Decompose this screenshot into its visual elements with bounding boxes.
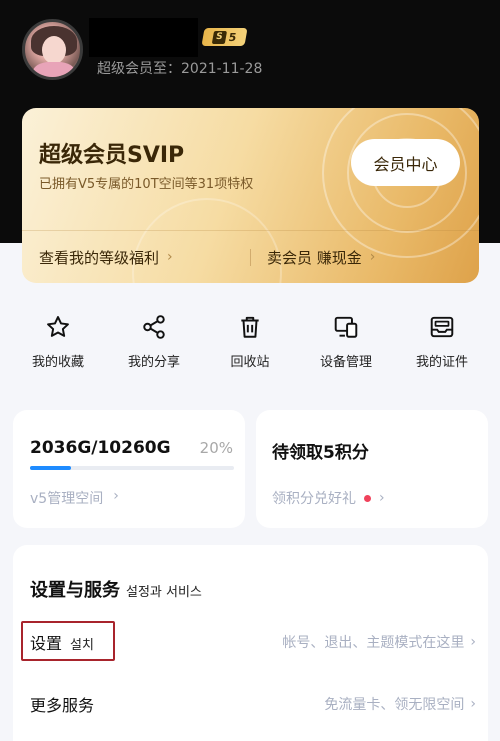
badge-level: 5 bbox=[227, 30, 238, 44]
redeem-points-label: 领积分兑好礼 bbox=[272, 491, 356, 507]
more-services-hint-text: 免流量卡、领无限空间 bbox=[324, 697, 465, 713]
settings-label-sub: 설치 bbox=[70, 638, 94, 653]
username-redacted bbox=[89, 18, 198, 57]
shortcut-label: 我的收藏 bbox=[31, 355, 84, 370]
notification-dot bbox=[364, 494, 371, 502]
level-benefits-link[interactable]: 查看我的等级福利 › bbox=[39, 247, 173, 268]
sell-membership-link[interactable]: 卖会员 赚现金 › bbox=[267, 247, 375, 268]
avatar-face bbox=[42, 36, 66, 64]
shortcut-shares[interactable]: 我的分享 bbox=[106, 314, 202, 370]
shortcut-documents[interactable]: 我的证件 bbox=[394, 314, 490, 370]
chevron-right-icon: › bbox=[369, 249, 376, 265]
settings-row-label: 设置 설치 bbox=[30, 630, 94, 654]
shortcut-label: 设备管理 bbox=[319, 355, 372, 370]
badge-letter: S bbox=[211, 30, 227, 44]
more-services-hint: 免流量卡、领无限空间 › bbox=[324, 694, 476, 714]
svip-footer: 查看我的等级福利 › 卖会员 赚现金 › bbox=[22, 230, 479, 283]
settings-label: 设置 bbox=[30, 634, 63, 653]
manage-space-link[interactable]: v5管理空间 › bbox=[30, 488, 119, 508]
manage-space-label: v5管理空间 bbox=[30, 491, 104, 507]
storage-used: 2036G/10260G bbox=[30, 438, 171, 458]
member-center-button[interactable]: 会员中心 bbox=[351, 139, 460, 186]
chevron-right-icon: › bbox=[113, 488, 119, 504]
divider bbox=[250, 249, 251, 266]
more-services-label: 更多服务 bbox=[30, 692, 94, 716]
more-services-row[interactable]: 更多服务 免流量卡、领无限空间 › bbox=[13, 682, 488, 726]
svip-card[interactable]: 超级会员SVIP 已拥有V5专属的10T空间等31项特权 会员中心 查看我的等级… bbox=[22, 108, 479, 283]
storage-percent: 20% bbox=[199, 439, 233, 457]
shortcut-label: 我的分享 bbox=[127, 355, 180, 370]
section-title-sub: 설정과 서비스 bbox=[126, 585, 202, 600]
shortcut-grid: 我的收藏 我的分享 回收站 设备管理 我的证件 bbox=[10, 314, 490, 370]
share-icon bbox=[143, 315, 165, 339]
storage-card[interactable]: 2036G/10260G 20% v5管理空间 › bbox=[13, 410, 245, 528]
sell-membership-label: 卖会员 赚现金 bbox=[267, 248, 362, 267]
storage-progress-bar bbox=[30, 466, 234, 470]
chevron-right-icon: › bbox=[167, 249, 173, 265]
level-benefits-label: 查看我的等级福利 bbox=[39, 248, 160, 267]
avatar[interactable] bbox=[22, 19, 83, 80]
settings-card: 设置与服务 설정과 서비스 设置 설치 帐号、退出、主题模式在这里 › 更多服务… bbox=[13, 545, 488, 741]
section-title-main: 设置与服务 bbox=[30, 580, 120, 601]
svip-title: 超级会员SVIP bbox=[39, 143, 185, 168]
shortcut-favorites[interactable]: 我的收藏 bbox=[10, 314, 106, 370]
shortcut-recycle-bin[interactable]: 回收站 bbox=[202, 314, 298, 370]
shortcut-label: 回收站 bbox=[230, 355, 270, 370]
shortcut-label: 我的证件 bbox=[415, 355, 468, 370]
id-card-icon bbox=[430, 316, 454, 338]
settings-row-hint: 帐号、退出、主题模式在这里 › bbox=[282, 632, 476, 652]
more-services-text: 更多服务 bbox=[30, 696, 95, 715]
chevron-right-icon: › bbox=[379, 490, 385, 506]
storage-progress-fill bbox=[30, 466, 71, 470]
devices-icon bbox=[334, 316, 358, 338]
points-card[interactable]: 待领取5积分 领积分兑好礼 › bbox=[256, 410, 488, 528]
chevron-right-icon: › bbox=[470, 634, 476, 650]
shortcut-devices[interactable]: 设备管理 bbox=[298, 314, 394, 370]
svip-description: 已拥有V5专属的10T空间等31项特权 bbox=[39, 177, 254, 192]
trash-icon bbox=[241, 316, 259, 338]
vip-level-badge[interactable]: S 5 bbox=[201, 28, 248, 46]
chevron-right-icon: › bbox=[470, 696, 476, 712]
star-icon bbox=[47, 316, 69, 337]
settings-hint: 帐号、退出、主题模式在这里 bbox=[282, 635, 465, 651]
settings-row[interactable]: 设置 설치 帐号、退出、主题模式在这里 › bbox=[13, 620, 488, 664]
redeem-points-link[interactable]: 领积分兑好礼 › bbox=[272, 488, 385, 508]
member-expiry: 超级会员至：2021-11-28 bbox=[97, 61, 263, 77]
points-title: 待领取5积分 bbox=[272, 443, 369, 463]
section-title: 设置与服务 설정과 서비스 bbox=[30, 576, 202, 602]
